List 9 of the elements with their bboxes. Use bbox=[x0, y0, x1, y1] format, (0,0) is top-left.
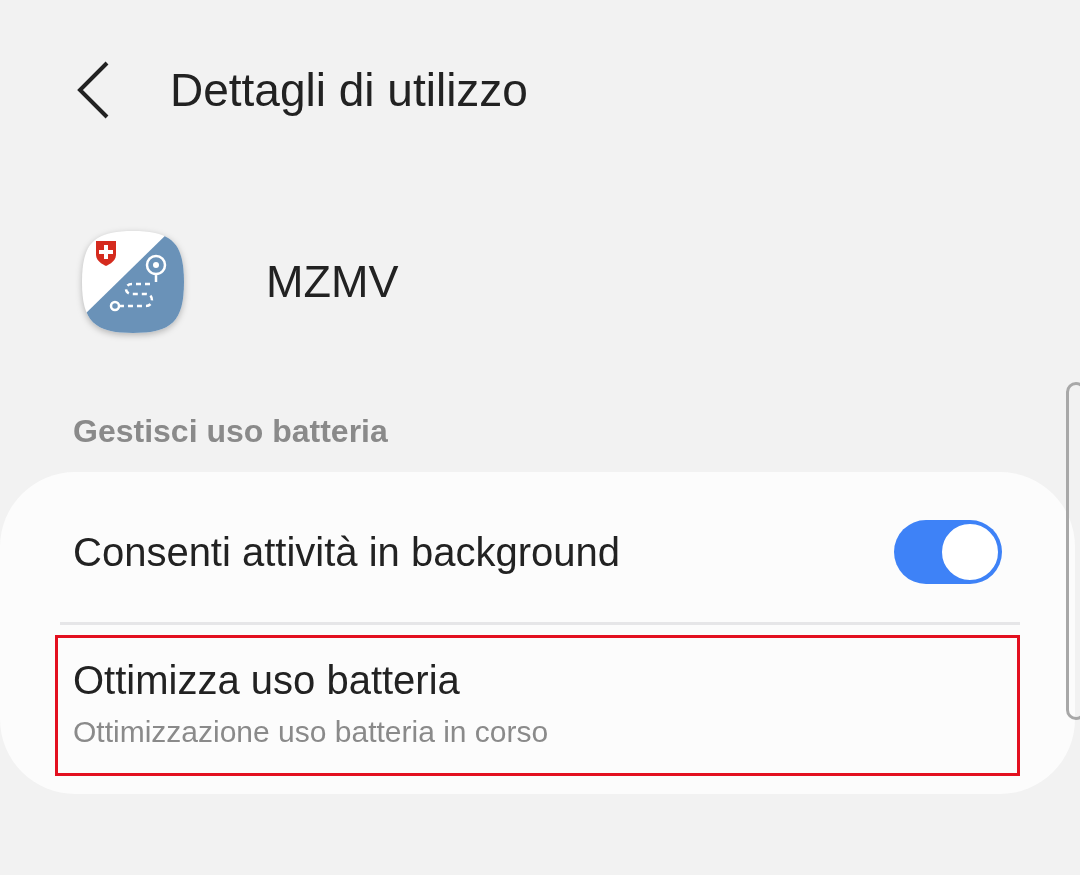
setting-label[interactable]: Consenti attività in background bbox=[73, 529, 894, 575]
setting-label[interactable]: Ottimizza uso batteria bbox=[73, 658, 1002, 703]
scroll-handle[interactable] bbox=[1066, 382, 1080, 720]
setting-summary: Ottimizzazione uso batteria in corso bbox=[73, 715, 550, 749]
page-title: Dettagli di utilizzo bbox=[170, 63, 528, 117]
section-title: Gestisci uso batteria bbox=[72, 412, 389, 450]
app-name: MZMV bbox=[266, 256, 399, 308]
back-icon[interactable] bbox=[76, 61, 110, 119]
app-icon bbox=[80, 229, 186, 335]
